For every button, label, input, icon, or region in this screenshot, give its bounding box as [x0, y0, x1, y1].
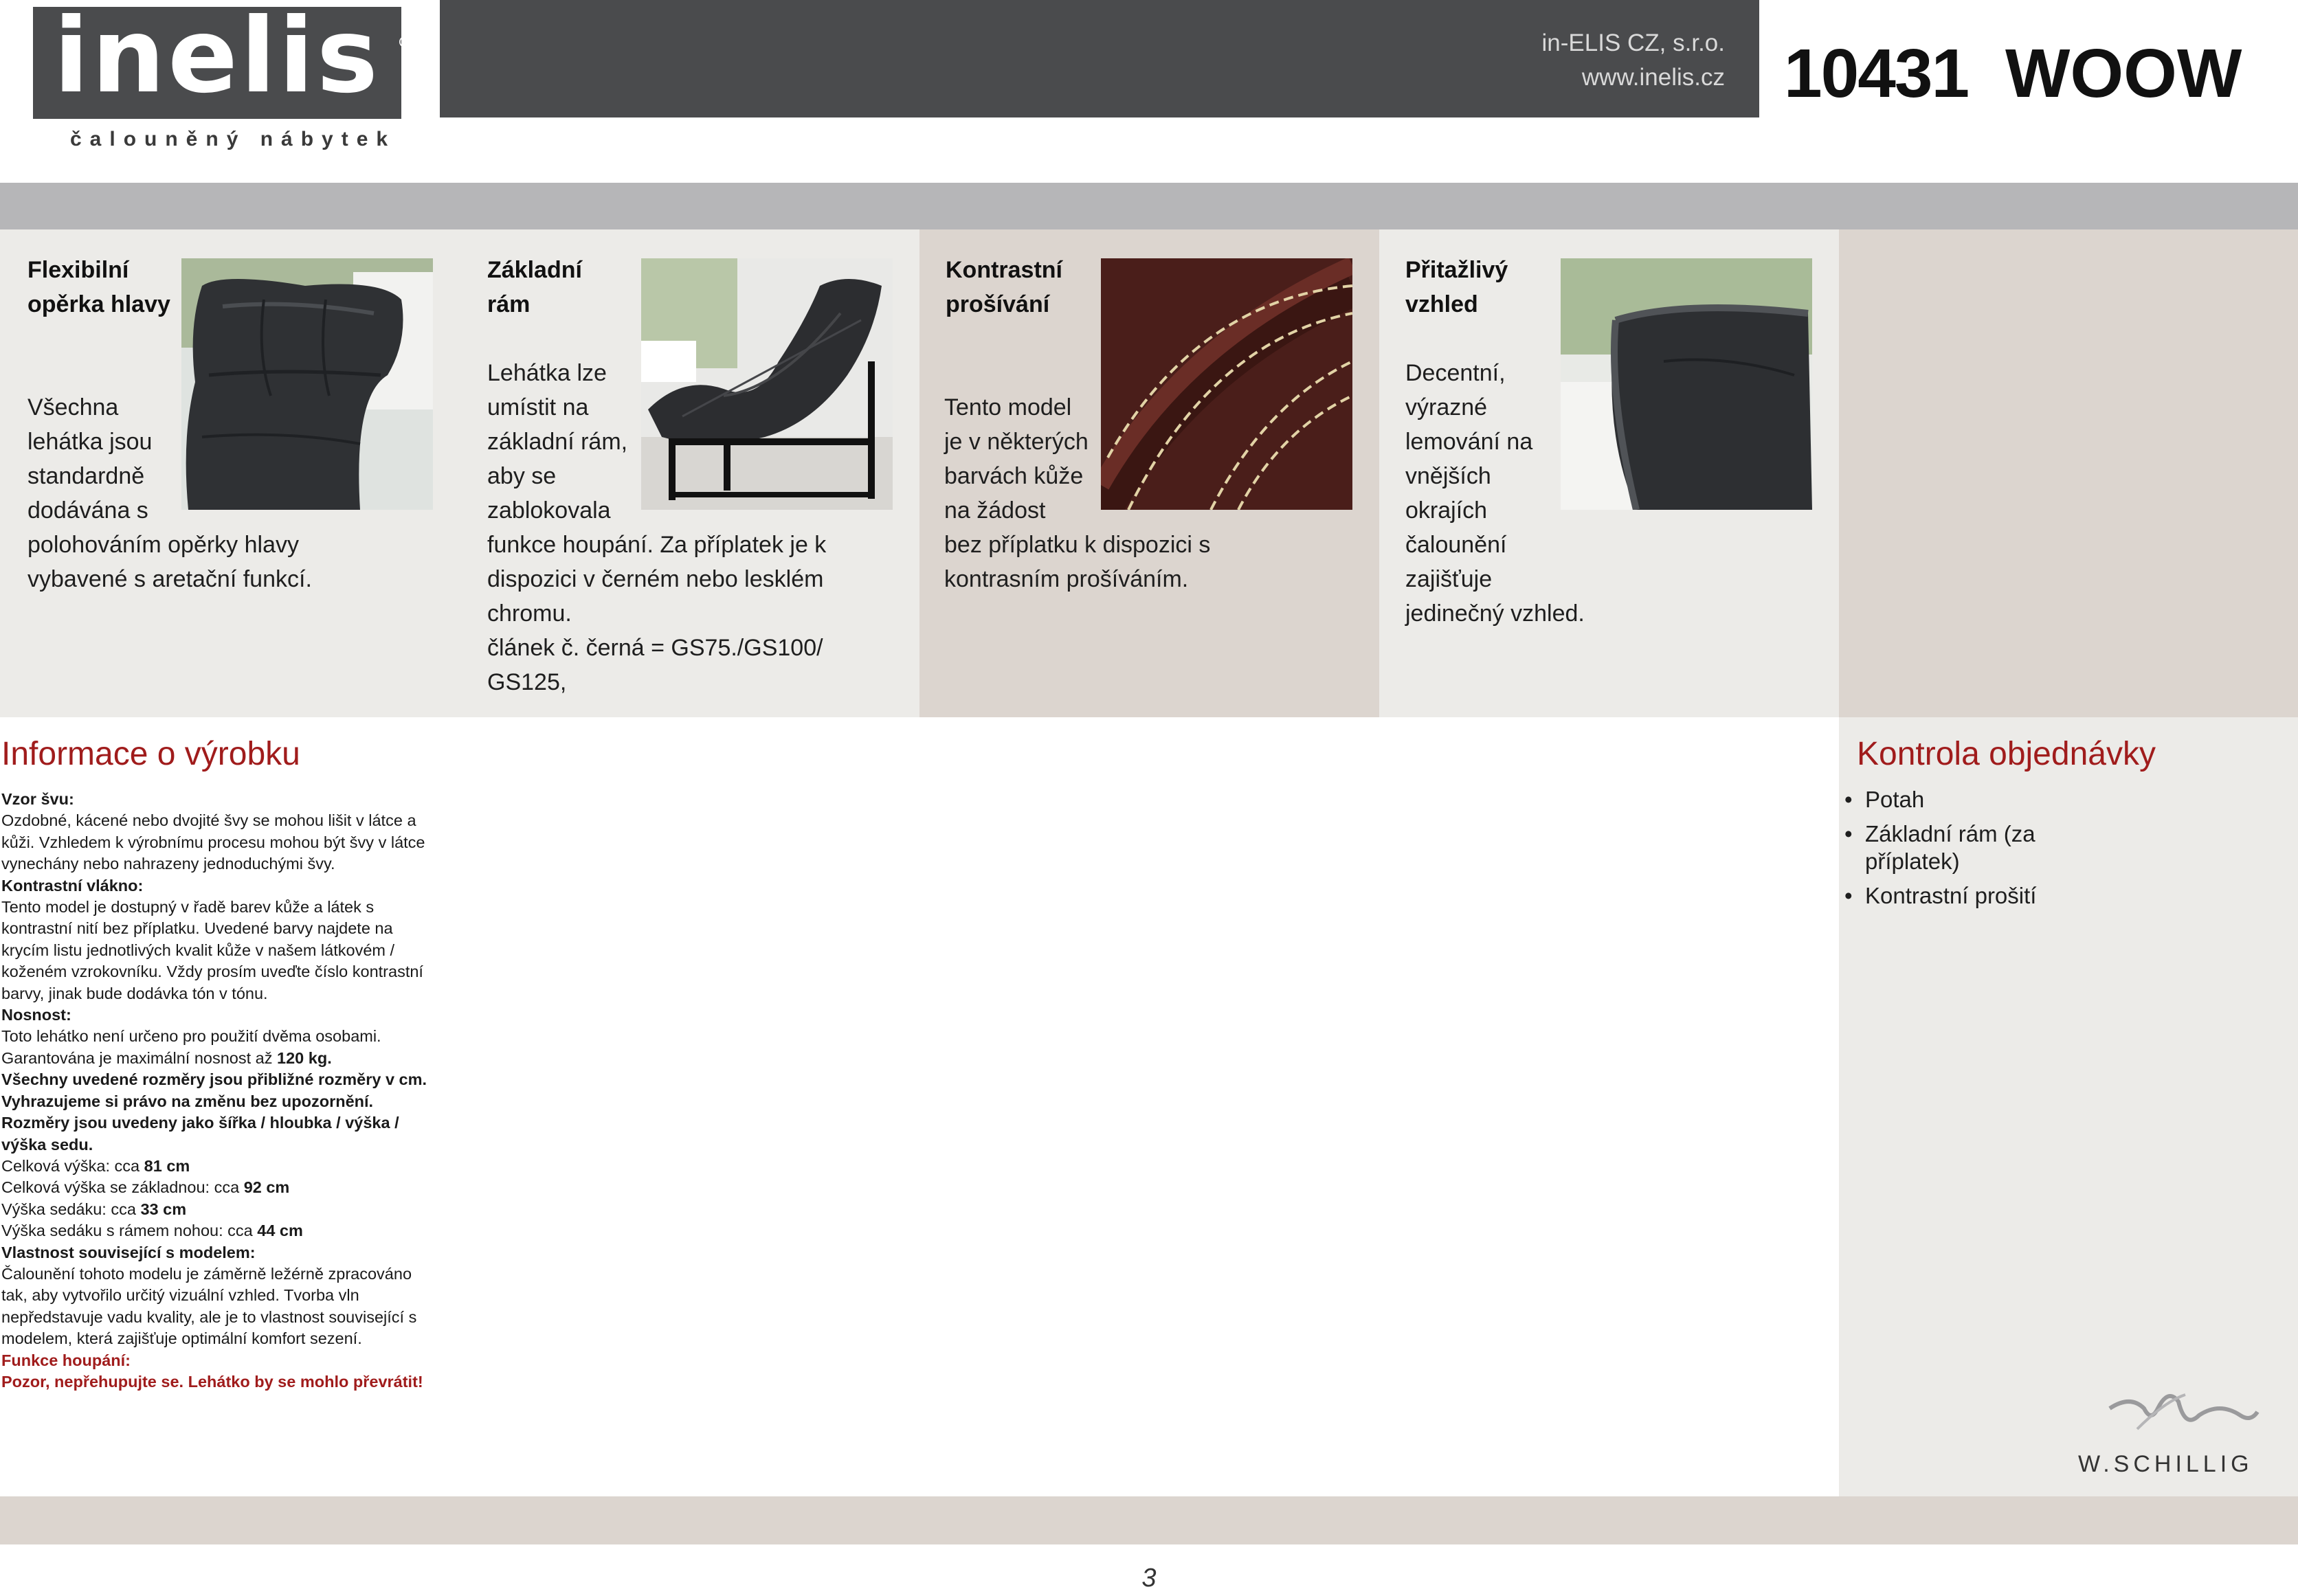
schillig-logo-mark — [2103, 1381, 2261, 1443]
rocking-heading: Funkce houpání: — [1, 1351, 131, 1369]
dimension-row: Celková výška se základnou: cca 92 cm — [1, 1178, 290, 1197]
feature-text: Lehátka lze umístit na základní rám, aby… — [487, 360, 827, 695]
order-item: Základní rám (za příplatek) — [1844, 820, 2119, 875]
feature-title: Flexibilní opěrka hlavy — [27, 257, 170, 317]
page-number: 3 — [1141, 1564, 1157, 1593]
schillig-logo-text: W.SCHILLIG — [2078, 1451, 2253, 1477]
product-info-body: Vzor švu: Ozdobné, kácené nebo dvojité š… — [1, 789, 441, 1393]
company-info: in-ELIS CZ, s.r.o. www.inelis.cz — [1306, 26, 1725, 95]
feature-panel-empty — [1839, 229, 2298, 717]
load-text-2: Garantována je maximální nosnost až 120 … — [1, 1048, 332, 1067]
logo-registered-mark: ® — [397, 34, 415, 52]
contrast-text: Tento model je dostupný v řadě barev kůž… — [1, 898, 423, 1002]
feature-text: Decentní, výrazné lemování na vnějších o… — [1405, 360, 1585, 627]
load-heading: Nosnost: — [1, 1006, 71, 1024]
product-info-title: Informace o výrobku — [1, 736, 300, 772]
dimension-row: Výška sedáku: cca 33 cm — [1, 1200, 187, 1218]
logo-text: inelis — [53, 0, 381, 116]
order-item: Potah — [1844, 786, 2119, 813]
dimension-row: Celková výška: cca 81 cm — [1, 1156, 190, 1175]
company-website[interactable]: www.inelis.cz — [1306, 60, 1725, 95]
feature-title: Kontrastní prošívání — [946, 257, 1062, 317]
feature-text: Všechna lehátka jsou standardně dodávána… — [27, 394, 312, 592]
seam-text: Ozdobné, kácené nebo dvojité švy se moho… — [1, 811, 425, 873]
feature-title: Přitažlivý vzhled — [1405, 257, 1508, 317]
piping-photo — [1561, 258, 1812, 510]
seam-heading: Vzor švu: — [1, 790, 74, 808]
feature-panel-base-frame: Základní rám Lehátka lze umístit na zákla… — [460, 229, 919, 717]
order-check-list: Potah Základní rám (za příplatek) Kontra… — [1844, 786, 2119, 917]
feature-panel-headrest: Flexibilní opěrka hlavy Všechna lehátka j… — [0, 229, 460, 717]
company-name: in-ELIS CZ, s.r.o. — [1541, 30, 1725, 56]
feature-text: Tento model je v některých barvách kůže … — [944, 394, 1211, 592]
footer-band — [0, 1496, 2298, 1544]
order-item: Kontrastní prošití — [1844, 882, 2119, 910]
order-check-title: Kontrola objednávky — [1857, 736, 2156, 772]
contrast-heading: Kontrastní vlákno: — [1, 876, 144, 895]
rocking-warning: Pozor, nepřehupujte se. Lehátko by se mo… — [1, 1372, 423, 1391]
dimension-row: Výška sedáku s rámem nohou: cca 44 cm — [1, 1222, 303, 1240]
separator-band — [0, 183, 2298, 229]
property-heading: Vlastnost související s modelem: — [1, 1243, 256, 1261]
feature-panel-appearance: Přitažlivý vzhled Decentní, výrazné lemov… — [1379, 229, 1839, 717]
model-name: WOOW — [2005, 35, 2242, 112]
tagline: čalouněný nábytek — [70, 128, 397, 150]
load-text-1: Toto lehátko není určeno pro použití dvě… — [1, 1027, 381, 1046]
feature-title: Základní rám — [487, 257, 582, 317]
dimensions-note: Všechny uvedené rozměry jsou přibližné r… — [1, 1070, 427, 1154]
inelis-logo: inelis ® — [33, 0, 412, 116]
property-text: Čalounění tohoto modelu je záměrně ležér… — [1, 1264, 417, 1348]
feature-panel-stitching: Kontrastní prošívání Tento model je v něk… — [919, 229, 1379, 717]
model-code: 10431 — [1784, 35, 1970, 112]
